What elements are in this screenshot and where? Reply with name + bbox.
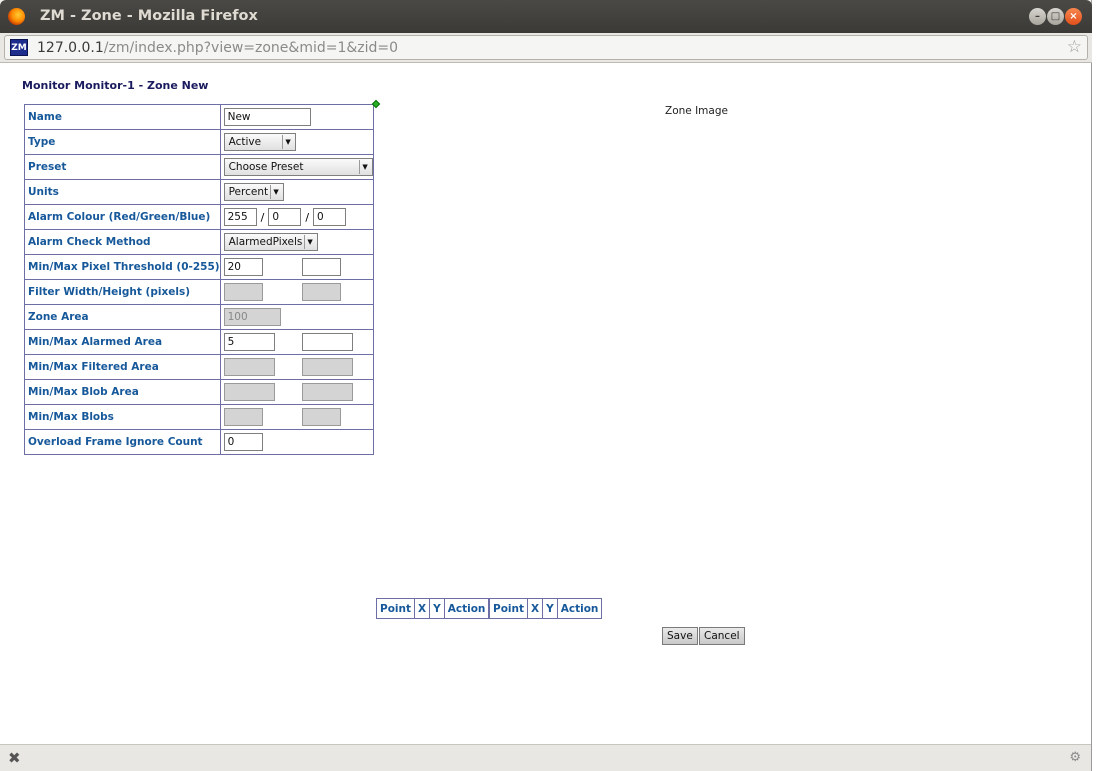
filtered-area-min-input xyxy=(223,358,275,376)
name-label: Name xyxy=(24,104,221,130)
form-row-filter-size: Filter Width/Height (pixels) xyxy=(24,279,374,305)
alarmed-area-min-input[interactable]: 5 xyxy=(223,333,275,351)
title-bar: ZM - Zone - Mozilla Firefox – □ × xyxy=(0,0,1092,33)
form-row-pixel-threshold: Min/Max Pixel Threshold (0-255) 20 xyxy=(24,254,374,280)
form-row-blobs: Min/Max Blobs xyxy=(24,404,374,430)
star-icon[interactable]: ☆ xyxy=(1067,37,1082,57)
alarmed-area-label: Min/Max Alarmed Area xyxy=(24,329,221,355)
separator-text: / xyxy=(260,210,265,224)
save-button[interactable]: Save xyxy=(662,627,698,645)
form-row-alarm-colour: Alarm Colour (Red/Green/Blue) 255/0/0 xyxy=(24,204,374,230)
separator-text: / xyxy=(305,210,310,224)
preset-label: Preset xyxy=(24,154,221,180)
type-label: Type xyxy=(24,129,221,155)
form-row-filtered-area: Min/Max Filtered Area xyxy=(24,354,374,380)
overload-frame-ignore-input[interactable]: 0 xyxy=(223,433,263,451)
zone-area-label: Zone Area xyxy=(24,304,221,330)
alarm-blue-input[interactable]: 0 xyxy=(313,208,347,226)
filter-width-input xyxy=(223,283,263,301)
maximize-button[interactable]: □ xyxy=(1047,8,1064,25)
form-row-units: Units Percent ▼ xyxy=(24,179,374,205)
zone-area-input: 100 xyxy=(223,308,281,326)
firefox-logo-icon xyxy=(8,8,25,25)
url-text[interactable]: 127.0.0.1/zm/index.php?view=zone&mid=1&z… xyxy=(37,40,398,56)
alarm-check-method-value: AlarmedPixels xyxy=(228,236,303,248)
name-input[interactable]: New xyxy=(223,108,311,126)
units-select[interactable]: Percent ▼ xyxy=(223,183,284,201)
pixel-threshold-label: Min/Max Pixel Threshold (0-255) xyxy=(24,254,221,280)
zone-image-label: Zone Image xyxy=(665,105,728,117)
preset-select[interactable]: Choose Preset ▼ xyxy=(223,158,373,176)
form-row-alarm-check-method: Alarm Check Method AlarmedPixels ▼ xyxy=(24,229,374,255)
chevron-down-icon: ▼ xyxy=(269,185,282,199)
form-row-name: Name New xyxy=(24,104,374,130)
form-row-type: Type Active ▼ xyxy=(24,129,374,155)
type-select[interactable]: Active ▼ xyxy=(223,133,296,151)
form-row-zone-area: Zone Area 100 xyxy=(24,304,374,330)
page-title: Monitor Monitor-1 - Zone New xyxy=(22,79,209,92)
blobs-label: Min/Max Blobs xyxy=(24,404,221,430)
column-header-x: X xyxy=(527,598,544,619)
chevron-down-icon: ▼ xyxy=(281,135,294,149)
alarmed-area-max-input[interactable] xyxy=(301,333,353,351)
url-field[interactable]: ZM 127.0.0.1/zm/index.php?view=zone&mid=… xyxy=(4,35,1088,60)
alarm-green-input[interactable]: 0 xyxy=(268,208,302,226)
zone-settings-table: Name New Type Active ▼ Preset Choose Pres… xyxy=(24,104,374,455)
browser-window: ZM - Zone - Mozilla Firefox – □ × ZM 127… xyxy=(0,0,1092,771)
form-row-blob-area: Min/Max Blob Area xyxy=(24,379,374,405)
column-header-point: Point xyxy=(488,598,529,619)
url-host: 127.0.0.1 xyxy=(37,40,104,56)
status-bar: ✖ ⚙ xyxy=(0,744,1091,771)
form-row-preset: Preset Choose Preset ▼ xyxy=(24,154,374,180)
units-select-value: Percent xyxy=(228,186,269,198)
alarm-colour-label: Alarm Colour (Red/Green/Blue) xyxy=(24,204,221,230)
form-row-alarmed-area: Min/Max Alarmed Area 5 xyxy=(24,329,374,355)
overload-frame-ignore-label: Overload Frame Ignore Count xyxy=(24,429,221,455)
minimize-button[interactable]: – xyxy=(1029,8,1046,25)
site-favicon-icon: ZM xyxy=(10,39,28,56)
pixel-threshold-max-input[interactable] xyxy=(301,258,341,276)
close-window-button[interactable]: × xyxy=(1065,8,1082,25)
form-row-overload-frame-ignore: Overload Frame Ignore Count 0 xyxy=(24,429,374,455)
type-select-value: Active xyxy=(228,136,262,148)
alarm-check-method-label: Alarm Check Method xyxy=(24,229,221,255)
addon-icon[interactable]: ⚙ xyxy=(1069,750,1081,765)
column-header-action: Action xyxy=(556,598,603,619)
close-icon[interactable]: ✖ xyxy=(8,749,21,767)
points-table-right: Point X Y Action xyxy=(488,598,603,619)
blob-area-max-input xyxy=(301,383,353,401)
column-header-action: Action xyxy=(443,598,490,619)
column-header-y: Y xyxy=(542,598,558,619)
filtered-area-label: Min/Max Filtered Area xyxy=(24,354,221,380)
column-header-x: X xyxy=(414,598,431,619)
chevron-down-icon: ▼ xyxy=(303,235,316,249)
units-label: Units xyxy=(24,179,221,205)
blobs-max-input xyxy=(301,408,341,426)
blob-area-label: Min/Max Blob Area xyxy=(24,379,221,405)
filtered-area-max-input xyxy=(301,358,353,376)
column-header-y: Y xyxy=(429,598,445,619)
preset-select-value: Choose Preset xyxy=(228,161,304,173)
window-title: ZM - Zone - Mozilla Firefox xyxy=(40,8,258,24)
filter-height-input xyxy=(301,283,341,301)
filter-size-label: Filter Width/Height (pixels) xyxy=(24,279,221,305)
column-header-point: Point xyxy=(375,598,416,619)
url-path: /zm/index.php?view=zone&mid=1&zid=0 xyxy=(103,40,399,56)
location-bar: ZM 127.0.0.1/zm/index.php?view=zone&mid=… xyxy=(0,33,1092,63)
alarm-check-method-select[interactable]: AlarmedPixels ▼ xyxy=(223,233,318,251)
alarm-red-input[interactable]: 255 xyxy=(223,208,257,226)
blob-area-min-input xyxy=(223,383,275,401)
page-content: Monitor Monitor-1 - Zone New Name New Ty… xyxy=(0,63,1091,744)
cancel-button[interactable]: Cancel xyxy=(699,627,745,645)
blobs-min-input xyxy=(223,408,263,426)
chevron-down-icon: ▼ xyxy=(358,160,371,174)
points-table-left: Point X Y Action xyxy=(375,598,490,619)
pixel-threshold-min-input[interactable]: 20 xyxy=(223,258,263,276)
